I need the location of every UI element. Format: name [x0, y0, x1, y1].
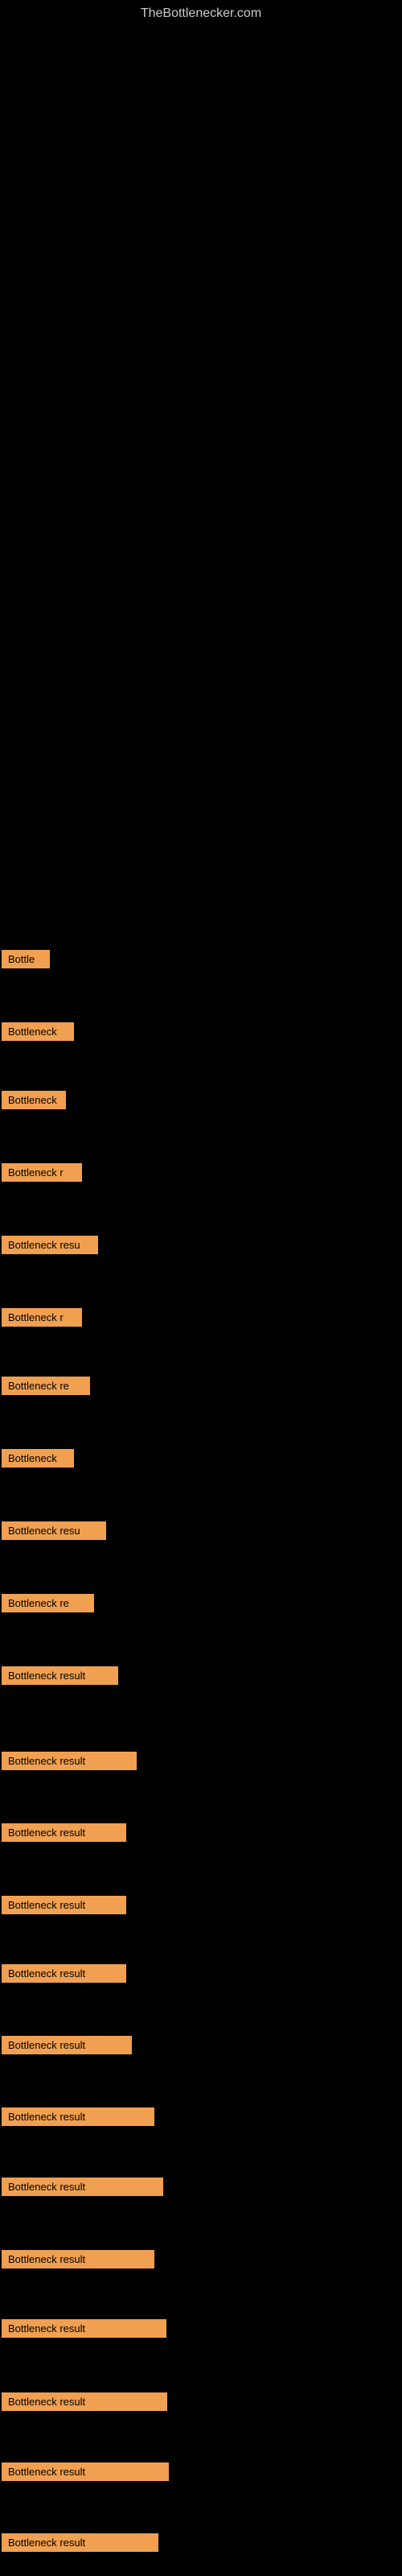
bottleneck-item-17: Bottleneck result — [2, 2107, 154, 2126]
bottleneck-item-20: Bottleneck result — [2, 2319, 166, 2338]
bottleneck-item-12: Bottleneck result — [2, 1752, 137, 1770]
bottleneck-item-2: Bottleneck — [2, 1022, 74, 1041]
bottleneck-item-4: Bottleneck r — [2, 1163, 82, 1182]
bottleneck-item-22: Bottleneck result — [2, 2462, 169, 2481]
bottleneck-item-19: Bottleneck result — [2, 2250, 154, 2268]
bottleneck-item-8: Bottleneck — [2, 1449, 74, 1468]
bottleneck-item-6: Bottleneck r — [2, 1308, 82, 1327]
bottleneck-item-23: Bottleneck result — [2, 2533, 158, 2552]
bottleneck-item-3: Bottleneck — [2, 1091, 66, 1109]
bottleneck-item-11: Bottleneck result — [2, 1666, 118, 1685]
bottleneck-item-5: Bottleneck resu — [2, 1236, 98, 1254]
bottleneck-item-1: Bottle — [2, 950, 50, 968]
bottleneck-item-18: Bottleneck result — [2, 2178, 163, 2196]
bottleneck-item-7: Bottleneck re — [2, 1377, 90, 1395]
bottleneck-item-9: Bottleneck resu — [2, 1521, 106, 1540]
bottleneck-item-16: Bottleneck result — [2, 2036, 132, 2054]
bottleneck-item-15: Bottleneck result — [2, 1964, 126, 1983]
bottleneck-item-10: Bottleneck re — [2, 1594, 94, 1612]
bottleneck-item-13: Bottleneck result — [2, 1823, 126, 1842]
site-title: TheBottlenecker.com — [0, 0, 402, 24]
bottleneck-item-14: Bottleneck result — [2, 1896, 126, 1914]
bottleneck-item-21: Bottleneck result — [2, 2392, 167, 2411]
